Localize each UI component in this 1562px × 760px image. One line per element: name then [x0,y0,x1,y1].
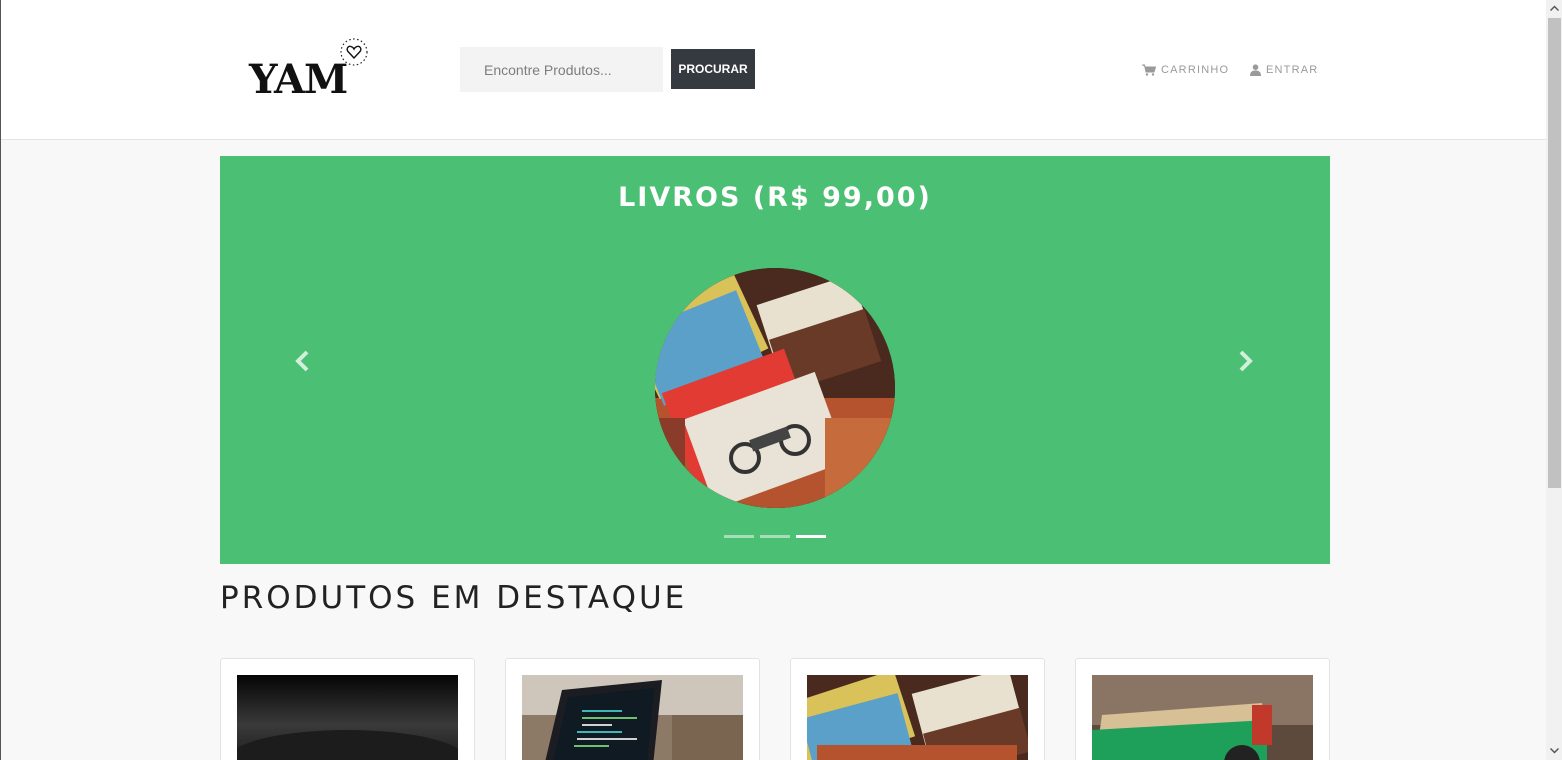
product-card[interactable] [220,658,475,760]
carousel-indicators [724,535,826,538]
heart-icon [340,38,368,66]
login-label: ENTRAR [1266,64,1319,76]
scroll-up-icon[interactable] [1550,4,1559,13]
search-button[interactable]: PROCURAR [671,49,755,89]
carousel-slide-image [655,268,895,508]
search-input[interactable] [460,47,663,92]
logo-text: YAM [249,56,348,103]
scrollbar-thumb[interactable] [1548,18,1561,488]
cart-icon [1142,64,1156,76]
site-header: YAM PROCURAR CARRINHO ENTRAR [1,0,1546,140]
featured-products-title: PRODUTOS EM DESTAQUE [220,580,688,616]
product-image[interactable] [807,675,1028,760]
product-image[interactable] [1092,675,1313,760]
cart-label: CARRINHO [1161,64,1230,76]
product-card[interactable] [505,658,760,760]
product-image[interactable] [522,675,743,760]
product-image[interactable] [237,675,458,760]
product-card[interactable] [1075,658,1330,760]
user-icon [1250,64,1261,76]
carousel-next-icon[interactable] [1233,346,1257,376]
carousel-slide-title: LIVROS (R$ 99,00) [618,182,932,213]
carousel-indicator-3[interactable] [796,535,826,538]
carousel-prev-icon[interactable] [291,346,315,376]
carousel-indicator-2[interactable] [760,535,790,538]
product-card[interactable] [790,658,1045,760]
scroll-down-icon[interactable] [1550,746,1559,755]
carousel-indicator-1[interactable] [724,535,754,538]
page-scrollbar[interactable] [1546,0,1562,760]
nav-login-link[interactable]: ENTRAR [1250,62,1318,78]
yam-logo[interactable]: YAM [249,36,379,106]
nav-cart-link[interactable]: CARRINHO [1142,62,1229,78]
hero-carousel: LIVROS (R$ 99,00) [220,156,1330,564]
